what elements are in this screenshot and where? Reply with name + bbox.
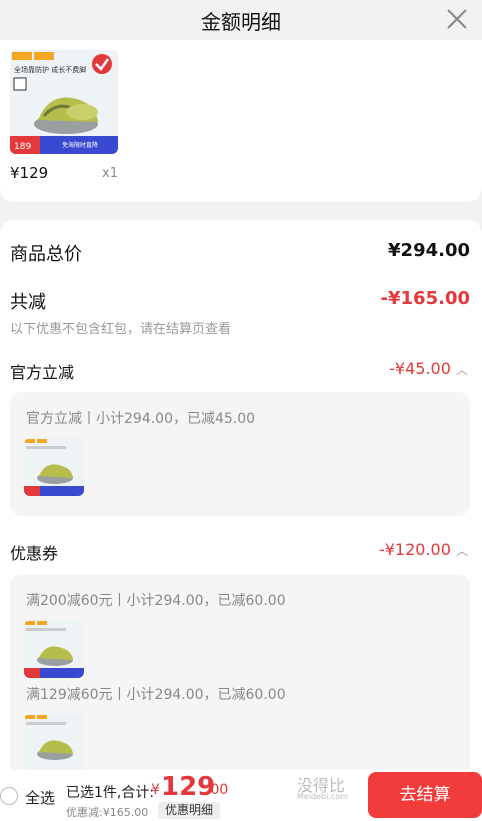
- checkout-button[interactable]: 去结算: [368, 772, 482, 818]
- total-amount-decimal: .00: [206, 782, 229, 798]
- total-reduce-label: 共减: [10, 292, 46, 313]
- header: 金额明细: [0, 0, 482, 40]
- currency-symbol: ¥: [151, 782, 160, 798]
- product-thumbnail-small: [24, 620, 84, 678]
- product-thumbnail[interactable]: 全场靠防护 成长不费脚 189 免海限时直降: [10, 50, 118, 154]
- product-thumbnail-small: [24, 438, 84, 496]
- bottom-bar: 全选 已选1件,合计: ¥ 129 .00 优惠减:¥165.00 优惠明细 去…: [0, 770, 482, 821]
- product-thumbnail-small: [24, 714, 84, 772]
- discount-amount: 优惠减:¥165.00: [66, 806, 149, 819]
- close-icon[interactable]: [444, 6, 470, 32]
- coupon-detail-text-1: 满200减60元丨小计294.00，已减60.00: [26, 593, 286, 609]
- total-reduce-value: -¥165.00: [380, 288, 470, 309]
- coupon-toggle[interactable]: -¥120.00 ︿: [379, 540, 468, 559]
- page-title: 金额明细: [201, 10, 281, 34]
- total-price-label: 商品总价: [10, 244, 82, 265]
- watermark-sub: Meidebi.com: [297, 792, 348, 801]
- official-detail-box: 官方立减丨小计294.00，已减45.00: [10, 392, 470, 516]
- total-price-value: ¥294.00: [388, 240, 470, 261]
- official-reduce-toggle[interactable]: -¥45.00 ︿: [389, 359, 468, 378]
- reduce-note: 以下优惠不包含红包，请在结算页查看: [10, 322, 232, 337]
- select-all-radio[interactable]: [0, 787, 18, 805]
- product-quantity: x1: [102, 166, 118, 181]
- product-card: 全场靠防护 成长不费脚 189 免海限时直降 ¥129 x1: [0, 40, 482, 202]
- product-price: ¥129: [10, 164, 49, 182]
- coupon-label: 优惠券: [10, 544, 59, 563]
- discount-detail-button[interactable]: 优惠明细: [158, 802, 220, 819]
- official-reduce-value: -¥45.00: [389, 359, 451, 378]
- thumb-caption: 全场靠防护 成长不费脚: [14, 65, 86, 74]
- chevron-up-icon: ︿: [455, 544, 468, 558]
- coupon-detail-text-2: 满129减60元丨小计294.00，已减60.00: [26, 687, 286, 703]
- coupon-detail-box: 满200减60元丨小计294.00，已减60.00 满129减60元丨小计294…: [10, 574, 470, 780]
- official-reduce-label: 官方立减: [10, 363, 75, 382]
- coupon-value: -¥120.00: [378, 540, 451, 559]
- thumb-banner: 免海限时直降: [62, 141, 98, 149]
- chevron-up-icon: ︿: [455, 363, 468, 377]
- thumb-badge: 189: [14, 142, 31, 152]
- select-all-label[interactable]: 全选: [25, 787, 55, 808]
- summary-card: 商品总价 ¥294.00 共减 -¥165.00 以下优惠不包含红包，请在结算页…: [0, 220, 482, 780]
- selected-count: 已选1件,合计:: [66, 785, 155, 801]
- official-detail-text: 官方立减丨小计294.00，已减45.00: [26, 411, 256, 427]
